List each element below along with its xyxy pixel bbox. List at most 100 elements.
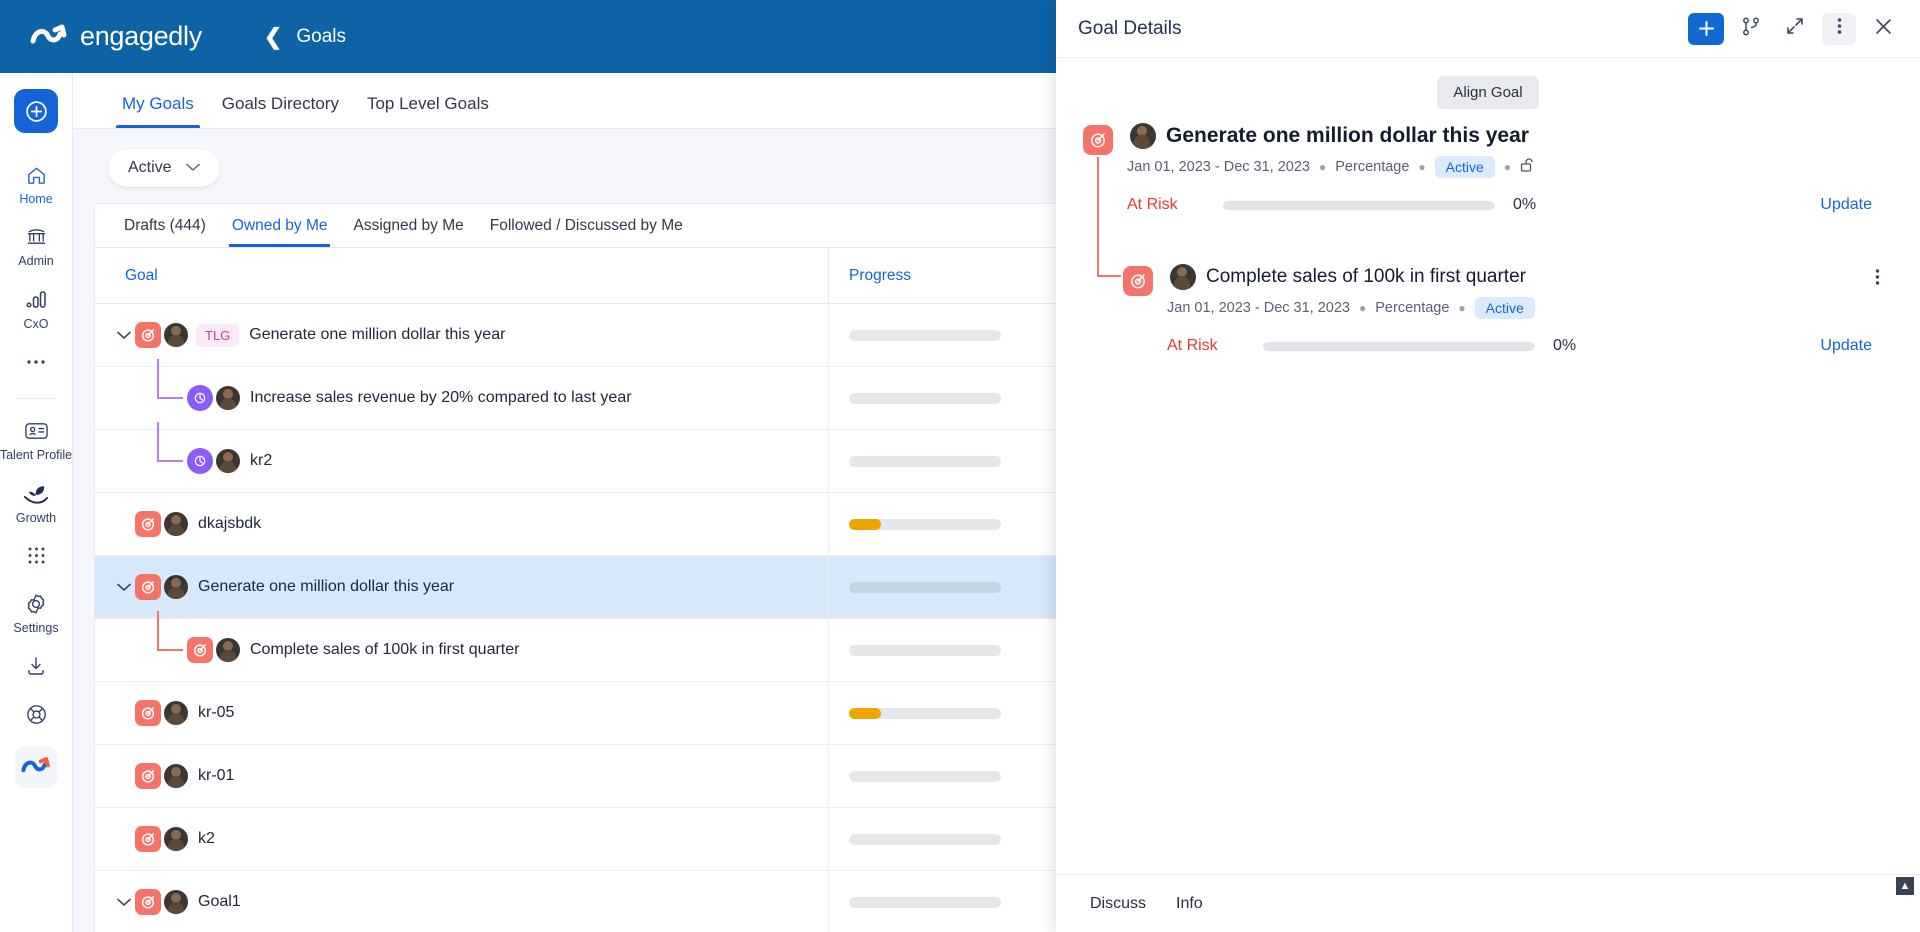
goal-title: Goal1 — [198, 893, 241, 910]
breadcrumb[interactable]: ❮ Goals — [264, 25, 346, 48]
sidebar-item-growth[interactable]: Growth — [0, 472, 73, 534]
tree-connector — [151, 611, 187, 681]
sidebar-item-cxo[interactable]: CxO — [0, 278, 73, 340]
meta-separator-dot: ● — [1458, 301, 1466, 315]
goal-detail-row: Generate one million dollar this year Ja… — [1056, 123, 1920, 214]
sidebar-item-home[interactable]: Home — [0, 153, 73, 215]
subtab-drafts[interactable]: Drafts (444) — [111, 204, 219, 247]
sidebar-item-talent-profile[interactable]: Talent Profile — [0, 409, 73, 471]
add-button[interactable] — [1688, 12, 1724, 45]
parent-goal-block: Generate one million dollar this year Ja… — [1056, 109, 1920, 277]
avatar — [216, 386, 240, 410]
goal-target-icon — [1123, 266, 1153, 296]
tab-top-level-goals[interactable]: Top Level Goals — [353, 94, 503, 128]
brand-name: engagedly — [80, 21, 202, 51]
goal-dates: Jan 01, 2023 - Dec 31, 2023 — [1127, 159, 1310, 175]
status-badge: Active — [1474, 297, 1535, 319]
goal-dates: Jan 01, 2023 - Dec 31, 2023 — [1167, 300, 1350, 316]
goal-detail-main: Generate one million dollar this year Ja… — [1127, 123, 1920, 214]
close-button[interactable] — [1866, 13, 1900, 45]
expand-toggle-icon[interactable] — [113, 331, 135, 340]
sidebar-item-download[interactable] — [0, 644, 73, 692]
tab-goals-directory[interactable]: Goals Directory — [208, 94, 353, 128]
sidebar-item-admin[interactable]: Admin — [0, 215, 73, 277]
goal-meta: Jan 01, 2023 - Dec 31, 2023 ● Percentage… — [1127, 156, 1920, 178]
goal-cell: Complete sales of 100k in first quarter — [95, 611, 829, 681]
meta-separator-dot: ● — [1319, 160, 1327, 174]
align-goal-button[interactable]: Align Goal — [1437, 76, 1539, 109]
sidebar-item-more[interactable] — [0, 340, 73, 388]
key-result-icon — [187, 385, 213, 411]
expand-arrows-icon — [1786, 17, 1804, 40]
subtab-owned-by-me[interactable]: Owned by Me — [219, 204, 341, 247]
status-filter-dropdown[interactable]: Active — [108, 149, 220, 187]
goal-row-more-button[interactable] — [1875, 268, 1880, 291]
risk-status: At Risk — [1127, 196, 1178, 213]
goal-detail-heading: Complete sales of 100k in first quarter — [1167, 264, 1920, 290]
goal-target-icon — [135, 511, 161, 537]
unlock-icon[interactable] — [1520, 157, 1535, 177]
avatar — [164, 512, 188, 536]
goal-title: Generate one million dollar this year — [1166, 124, 1529, 147]
goal-cell: Goal1 — [95, 871, 829, 932]
more-horizontal-icon — [26, 349, 46, 375]
brand[interactable]: engagedly — [30, 21, 202, 52]
engagedly-mark-icon[interactable] — [15, 746, 57, 789]
goal-target-icon — [1083, 125, 1113, 155]
progress-percent: 0% — [1553, 337, 1577, 354]
progress-bar — [849, 770, 1001, 782]
chevron-down-icon — [185, 159, 200, 177]
tree-connector — [151, 359, 187, 429]
tab-info[interactable]: Info — [1164, 895, 1215, 913]
progress-bar — [849, 518, 1001, 530]
home-icon — [25, 162, 48, 188]
align-branch-button[interactable] — [1734, 13, 1768, 45]
sidebar-item-help[interactable] — [0, 692, 73, 740]
create-button[interactable] — [14, 89, 58, 133]
goal-cell: kr-05 — [95, 682, 829, 744]
goal-details-footer: Discuss Info ▲ — [1056, 874, 1920, 932]
update-button[interactable]: Update — [1820, 196, 1872, 214]
meta-separator-dot: ● — [1503, 160, 1512, 174]
id-card-icon — [24, 418, 49, 444]
goal-details-body: Align Goal Generate one million dollar t… — [1056, 58, 1920, 874]
growth-plant-icon — [23, 481, 50, 507]
chevron-left-icon[interactable]: ❮ — [264, 25, 282, 48]
sidebar-item-label: Settings — [13, 620, 59, 635]
goal-cell: kr-01 — [95, 745, 829, 807]
goal-title: Generate one million dollar this year — [198, 578, 455, 595]
expand-toggle-icon[interactable] — [113, 583, 135, 592]
left-navigation-rail: Home Admin CxO Talent Profile Growth Set… — [0, 73, 73, 932]
expand-toggle-icon[interactable] — [113, 898, 135, 907]
column-header-goal[interactable]: Goal — [95, 248, 829, 303]
goal-title: kr-01 — [198, 767, 235, 784]
rail-divider — [16, 398, 56, 400]
goal-target-icon — [187, 637, 213, 663]
expand-button[interactable] — [1778, 13, 1812, 45]
app-root: engagedly ❮ Goals Home Admin CxO Talent … — [0, 0, 1920, 932]
chevron-up-icon[interactable]: ▲ — [1896, 877, 1914, 895]
goal-cell: kr2 — [95, 422, 829, 492]
tab-discuss[interactable]: Discuss — [1078, 895, 1158, 913]
avatar — [216, 638, 240, 662]
goal-target-icon — [135, 889, 161, 915]
sidebar-item-apps[interactable] — [0, 534, 73, 582]
goal-title: Increase sales revenue by 20% compared t… — [250, 389, 632, 406]
subtab-followed-discussed[interactable]: Followed / Discussed by Me — [477, 204, 696, 247]
sidebar-item-settings[interactable]: Settings — [0, 582, 73, 644]
goal-detail-row: Complete sales of 100k in first quarter … — [1056, 264, 1920, 355]
tree-connector — [151, 422, 187, 492]
goal-title: k2 — [198, 830, 215, 847]
update-button[interactable]: Update — [1820, 337, 1872, 355]
progress-percent: 0% — [1513, 196, 1537, 213]
goal-title: Complete sales of 100k in first quarter — [250, 641, 520, 658]
tab-my-goals[interactable]: My Goals — [108, 94, 208, 128]
goal-details-header: Goal Details — [1056, 0, 1920, 58]
goal-detail-main: Complete sales of 100k in first quarter … — [1167, 264, 1920, 355]
more-options-button[interactable] — [1822, 12, 1856, 45]
meta-separator-dot: ● — [1359, 301, 1367, 315]
subtab-assigned-by-me[interactable]: Assigned by Me — [340, 204, 476, 247]
progress-bar — [1223, 200, 1495, 210]
goal-progress-row: At Risk 0% Update — [1167, 337, 1920, 355]
goal-meta: Jan 01, 2023 - Dec 31, 2023 ● Percentage… — [1167, 297, 1920, 319]
